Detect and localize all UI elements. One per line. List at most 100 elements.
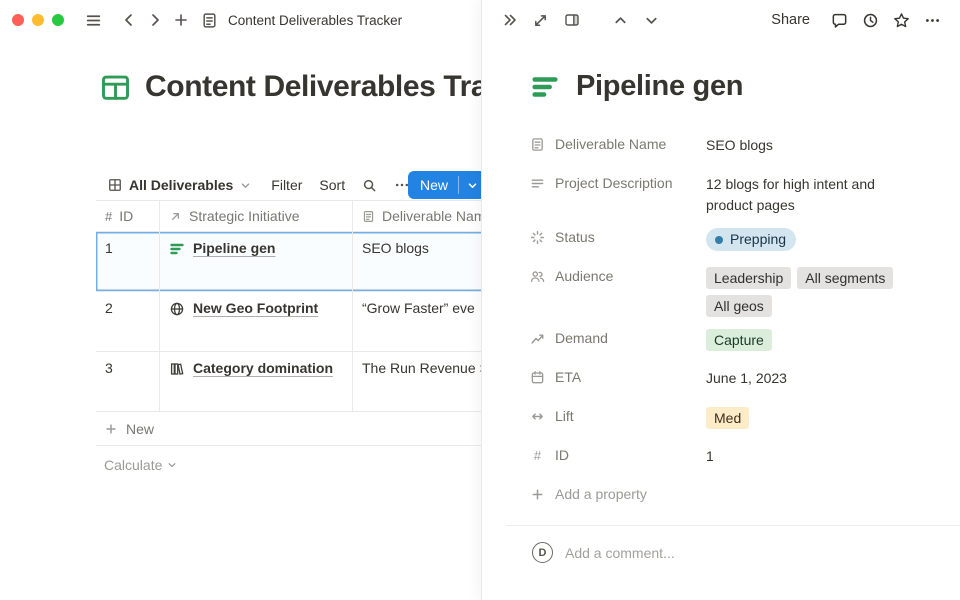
new-record-label: New (408, 171, 458, 199)
page-doc-icon (196, 7, 222, 33)
cell-initiative[interactable]: New Geo Footprint (159, 292, 353, 351)
page-mention-link[interactable]: New Geo Footprint (193, 300, 318, 317)
property-value[interactable]: 1 (706, 442, 904, 467)
calculate-button[interactable]: Calculate (96, 457, 481, 473)
horizontal-arrows-icon (530, 409, 545, 424)
property-label[interactable]: Audience (530, 263, 706, 289)
zoom-window-button[interactable] (52, 14, 64, 26)
expand-full-page-icon[interactable] (527, 7, 554, 34)
breadcrumb-page-title[interactable]: Content Deliverables Tracker (228, 13, 402, 28)
audience-tag[interactable]: Leadership (706, 267, 791, 289)
cell-id[interactable]: 2 (96, 292, 159, 351)
audience-tag[interactable]: All segments (797, 267, 893, 289)
add-row-button[interactable]: New (96, 412, 481, 446)
properties-list: Deliverable Name SEO blogs Project Descr… (530, 127, 904, 511)
favorite-star-icon[interactable] (888, 7, 915, 34)
plus-icon (104, 422, 118, 436)
record-peek-panel: Share Pipeline gen (481, 0, 960, 600)
people-icon (530, 269, 545, 284)
books-icon (169, 360, 185, 377)
plus-icon (530, 487, 545, 502)
page-icon[interactable] (100, 72, 131, 103)
sort-button[interactable]: Sort (319, 177, 345, 193)
forward-icon[interactable] (142, 7, 168, 33)
title-property-icon (362, 210, 375, 223)
property-value[interactable]: June 1, 2023 (706, 364, 904, 389)
record-icon[interactable] (530, 72, 560, 102)
record-title[interactable]: Pipeline gen (576, 70, 743, 103)
new-record-button[interactable]: New (408, 171, 481, 199)
cell-initiative[interactable]: Pipeline gen (159, 232, 353, 291)
column-header-deliverable[interactable]: Deliverable Name (353, 201, 481, 231)
status-badge-label: Prepping (730, 229, 786, 250)
demand-tag[interactable]: Capture (706, 329, 772, 351)
new-page-icon[interactable] (168, 7, 194, 33)
cell-id[interactable]: 3 (96, 352, 159, 411)
hash-icon: # (530, 448, 545, 463)
property-label[interactable]: ETA (530, 364, 706, 390)
table-row[interactable]: 1 Pipeline gen SEO blogs (96, 232, 481, 292)
green-bars-icon (169, 240, 185, 257)
cell-deliverable[interactable]: “Grow Faster” eve (353, 292, 481, 351)
status-badge[interactable]: Prepping (706, 228, 796, 251)
column-header-id-label: ID (119, 208, 133, 224)
column-header-initiative[interactable]: Strategic Initiative (159, 201, 353, 231)
calendar-icon (530, 370, 545, 385)
view-tab-label: All Deliverables (129, 177, 233, 193)
cell-id[interactable]: 1 (96, 232, 159, 291)
property-value[interactable]: SEO blogs (706, 131, 904, 156)
table-row[interactable]: 3 Category domination The Run Revenue S (96, 352, 481, 412)
page-mention-link[interactable]: Pipeline gen (193, 240, 275, 257)
property-label[interactable]: Project Description (530, 170, 706, 196)
property-label-text: Demand (555, 330, 608, 346)
back-icon[interactable] (116, 7, 142, 33)
property-value[interactable]: Capture (706, 325, 904, 351)
sidebar-menu-icon[interactable] (80, 7, 106, 33)
more-options-icon[interactable] (919, 7, 946, 34)
property-label-text: ID (555, 447, 569, 463)
property-label[interactable]: Lift (530, 403, 706, 429)
property-label[interactable]: # ID (530, 442, 706, 468)
comment-composer: D (530, 526, 904, 563)
comments-icon[interactable] (826, 7, 853, 34)
comment-input[interactable] (565, 545, 825, 561)
trend-chart-icon (530, 331, 545, 346)
title-property-icon (530, 137, 545, 152)
double-chevron-close-icon[interactable] (496, 7, 523, 34)
chevron-down-icon (240, 180, 251, 191)
new-button-chevron-icon[interactable] (459, 171, 481, 199)
history-clock-icon[interactable] (857, 7, 884, 34)
view-tab-all-deliverables[interactable]: All Deliverables (108, 177, 251, 193)
property-row-project-description: Project Description 12 blogs for high in… (530, 166, 904, 220)
property-label[interactable]: Status (530, 224, 706, 250)
share-button[interactable]: Share (771, 12, 810, 28)
audience-tag[interactable]: All geos (706, 295, 772, 317)
property-value[interactable]: Med (706, 403, 904, 429)
property-value[interactable]: Prepping (706, 224, 904, 251)
table-row[interactable]: 2 New Geo Footprint “Grow Faster” eve (96, 292, 481, 352)
previous-record-icon[interactable] (607, 7, 634, 34)
property-row-deliverable-name: Deliverable Name SEO blogs (530, 127, 904, 166)
cell-deliverable[interactable]: The Run Revenue S (353, 352, 481, 411)
property-value[interactable]: 12 blogs for high intent and product pag… (706, 170, 904, 216)
side-peek-toggle-icon[interactable] (558, 7, 585, 34)
property-label-text: ETA (555, 369, 581, 385)
page-header: Content Deliverables Tracker (100, 70, 481, 104)
search-icon[interactable] (362, 178, 377, 193)
add-property-button[interactable]: Add a property (530, 477, 904, 511)
property-row-demand: Demand Capture (530, 321, 904, 360)
next-record-icon[interactable] (638, 7, 665, 34)
property-value[interactable]: Leadership All segments All geos (706, 263, 904, 317)
minimize-window-button[interactable] (32, 14, 44, 26)
lift-tag[interactable]: Med (706, 407, 749, 429)
property-label[interactable]: Deliverable Name (530, 131, 706, 157)
property-label[interactable]: Demand (530, 325, 706, 351)
filter-button[interactable]: Filter (271, 177, 302, 193)
close-window-button[interactable] (12, 14, 24, 26)
cell-deliverable[interactable]: SEO blogs (353, 232, 481, 291)
status-spinner-icon (530, 230, 545, 245)
page-mention-link[interactable]: Category domination (193, 360, 333, 377)
table-view-icon (108, 178, 122, 192)
column-header-id[interactable]: # ID (96, 201, 159, 231)
cell-initiative[interactable]: Category domination (159, 352, 353, 411)
